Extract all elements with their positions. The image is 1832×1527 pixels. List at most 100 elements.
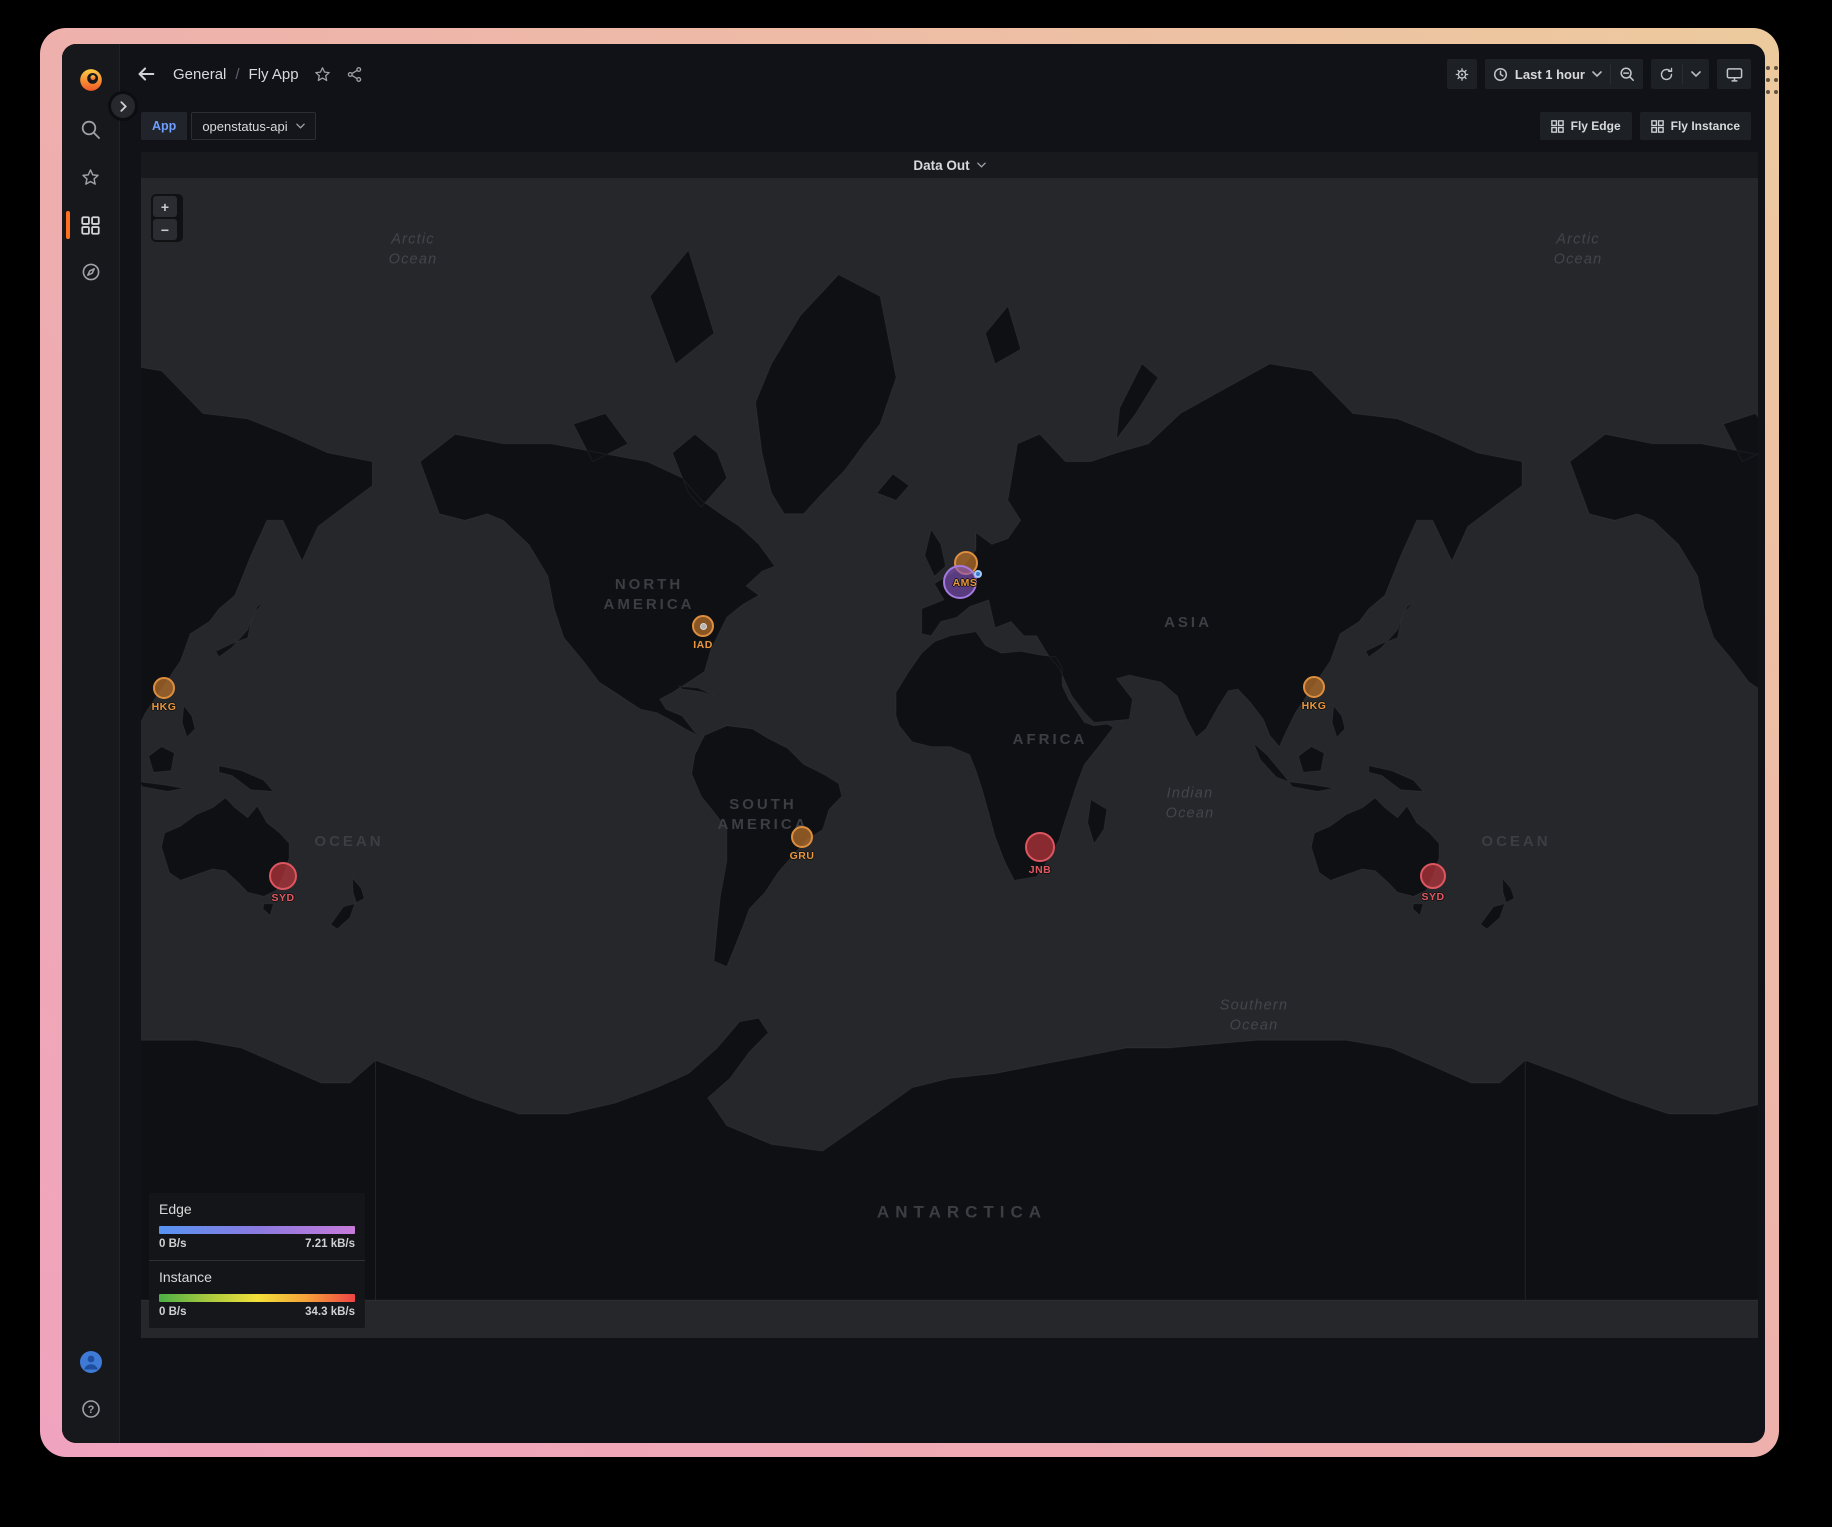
legend-max: 7.21 kB/s xyxy=(305,1238,355,1250)
time-zoom-out-button[interactable] xyxy=(1611,59,1643,89)
legend-max: 34.3 kB/s xyxy=(305,1306,355,1318)
frame-grip-dots xyxy=(1766,66,1778,94)
sidebar-item-explore[interactable] xyxy=(62,262,119,282)
sidebar-item-dashboards[interactable] xyxy=(62,216,119,235)
monitor-icon xyxy=(1726,66,1743,83)
map-legend: Edge 0 B/s 7.21 kB/s Instance 0 B/s 34.3 kB/s xyxy=(149,1193,365,1328)
sidebar-user-avatar[interactable] xyxy=(62,1350,119,1374)
apps-grid-icon xyxy=(1651,120,1664,133)
world-map[interactable]: Arctic OceanArctic OceanNORTH AMERICAASI… xyxy=(141,178,1758,1338)
chevron-down-icon xyxy=(1592,71,1602,77)
breadcrumb-separator: / xyxy=(235,66,239,83)
sidebar-item-starred[interactable] xyxy=(62,168,119,187)
apps-grid-icon xyxy=(1551,120,1564,133)
favorite-star-button[interactable] xyxy=(314,66,331,83)
legend-instance: Instance 0 B/s 34.3 kB/s xyxy=(149,1260,365,1328)
variable-label: App xyxy=(141,112,187,140)
help-icon: ? xyxy=(81,1399,101,1419)
chevron-right-icon xyxy=(120,101,127,112)
compass-icon xyxy=(81,262,101,282)
search-icon xyxy=(80,119,101,140)
map-marker-label-hkg: HKG xyxy=(1302,700,1327,712)
map-marker-syd-west[interactable] xyxy=(269,862,297,890)
sidebar-item-help[interactable]: ? xyxy=(62,1399,119,1419)
map-marker-ams[interactable] xyxy=(943,565,977,599)
variable-value-dropdown[interactable]: openstatus-api xyxy=(191,112,315,140)
zoom-out-button[interactable]: − xyxy=(153,219,177,240)
grafana-logo-icon xyxy=(78,67,104,93)
link-fly-instance[interactable]: Fly Instance xyxy=(1640,112,1751,140)
map-marker-hkg-west[interactable] xyxy=(153,677,175,699)
map-marker-gru[interactable] xyxy=(791,826,813,848)
dashboard-header: General / Fly App xyxy=(119,44,1765,104)
desktop-background: ? General / Fly App xyxy=(0,0,1832,1527)
time-range-label: Last 1 hour xyxy=(1515,67,1585,82)
map-marker-label-hkg-west: HKG xyxy=(152,701,177,713)
map-marker-label-syd-west: SYD xyxy=(271,892,294,904)
avatar-icon xyxy=(79,1350,103,1374)
refresh-interval-dropdown[interactable] xyxy=(1683,59,1709,89)
refresh-button[interactable] xyxy=(1651,59,1682,89)
grafana-window: ? General / Fly App xyxy=(62,44,1765,1443)
legend-gradient-bar xyxy=(159,1226,355,1234)
zoom-in-button[interactable]: + xyxy=(153,196,177,217)
time-range-button[interactable]: Last 1 hour xyxy=(1485,59,1610,89)
tv-mode-button[interactable] xyxy=(1717,59,1751,89)
map-marker-label-gru: GRU xyxy=(790,850,815,862)
share-button[interactable] xyxy=(346,66,363,83)
geomap-panel: Data Out Arctic OceanArctic OceanNORTH A… xyxy=(141,152,1758,1338)
refresh-group xyxy=(1651,59,1709,89)
map-marker-hkg[interactable] xyxy=(1303,676,1325,698)
sidebar-expand-button[interactable] xyxy=(108,91,138,121)
template-variable-app: App openstatus-api xyxy=(141,112,316,140)
map-marker-label-jnb: JNB xyxy=(1029,864,1052,876)
share-icon xyxy=(346,66,363,83)
map-marker-label-iad: IAD xyxy=(693,639,713,651)
variable-value-text: openstatus-api xyxy=(202,119,287,134)
sidebar: ? xyxy=(62,44,120,1443)
sidebar-item-search[interactable] xyxy=(62,119,119,140)
map-marker-syd[interactable] xyxy=(1420,863,1446,889)
legend-title: Edge xyxy=(159,1201,355,1217)
legend-gradient-bar xyxy=(159,1294,355,1302)
map-marker-iad-inner-dot xyxy=(700,623,707,630)
arrow-left-icon xyxy=(135,63,157,85)
link-label: Fly Edge xyxy=(1571,119,1621,133)
chevron-down-icon xyxy=(1691,71,1701,77)
dashboard-subbar: App openstatus-api Fly Edge xyxy=(119,104,1765,148)
clock-icon xyxy=(1493,67,1508,82)
breadcrumb: General / Fly App xyxy=(173,66,299,83)
dashboard-settings-button[interactable] xyxy=(1447,59,1477,89)
breadcrumb-folder[interactable]: General xyxy=(173,66,226,83)
panel-title: Data Out xyxy=(913,158,969,173)
legend-title: Instance xyxy=(159,1269,355,1285)
grafana-logo[interactable] xyxy=(62,67,119,93)
map-marker-layer: HKGSYDIADGRUAMSJNBHKGSYD xyxy=(141,178,1758,1338)
svg-text:?: ? xyxy=(87,1404,94,1416)
star-outline-icon xyxy=(314,66,331,83)
gear-icon xyxy=(1455,66,1469,83)
map-zoom-controls: + − xyxy=(151,194,183,242)
legend-minmax: 0 B/s 34.3 kB/s xyxy=(159,1306,355,1318)
chevron-down-icon xyxy=(296,123,305,129)
dashboards-grid-icon xyxy=(81,216,100,235)
panel-header-menu[interactable]: Data Out xyxy=(141,152,1758,178)
dashboard-links: Fly Edge Fly Instance xyxy=(1540,112,1751,140)
window-frame: ? General / Fly App xyxy=(40,28,1779,1457)
map-marker-ams-edge[interactable] xyxy=(974,570,982,578)
map-marker-label-syd: SYD xyxy=(1421,891,1444,903)
back-button[interactable] xyxy=(135,63,157,85)
legend-min: 0 B/s xyxy=(159,1238,187,1250)
chevron-down-icon xyxy=(977,162,986,168)
breadcrumb-dashboard-title: Fly App xyxy=(249,66,299,83)
main-area: General / Fly App xyxy=(119,44,1765,1443)
refresh-icon xyxy=(1659,67,1674,82)
map-marker-jnb[interactable] xyxy=(1025,832,1055,862)
link-fly-edge[interactable]: Fly Edge xyxy=(1540,112,1632,140)
legend-minmax: 0 B/s 7.21 kB/s xyxy=(159,1238,355,1250)
legend-edge: Edge 0 B/s 7.21 kB/s xyxy=(149,1193,365,1260)
star-icon xyxy=(81,168,100,187)
link-label: Fly Instance xyxy=(1671,119,1740,133)
header-toolbar: Last 1 hour xyxy=(1447,59,1751,89)
legend-min: 0 B/s xyxy=(159,1306,187,1318)
